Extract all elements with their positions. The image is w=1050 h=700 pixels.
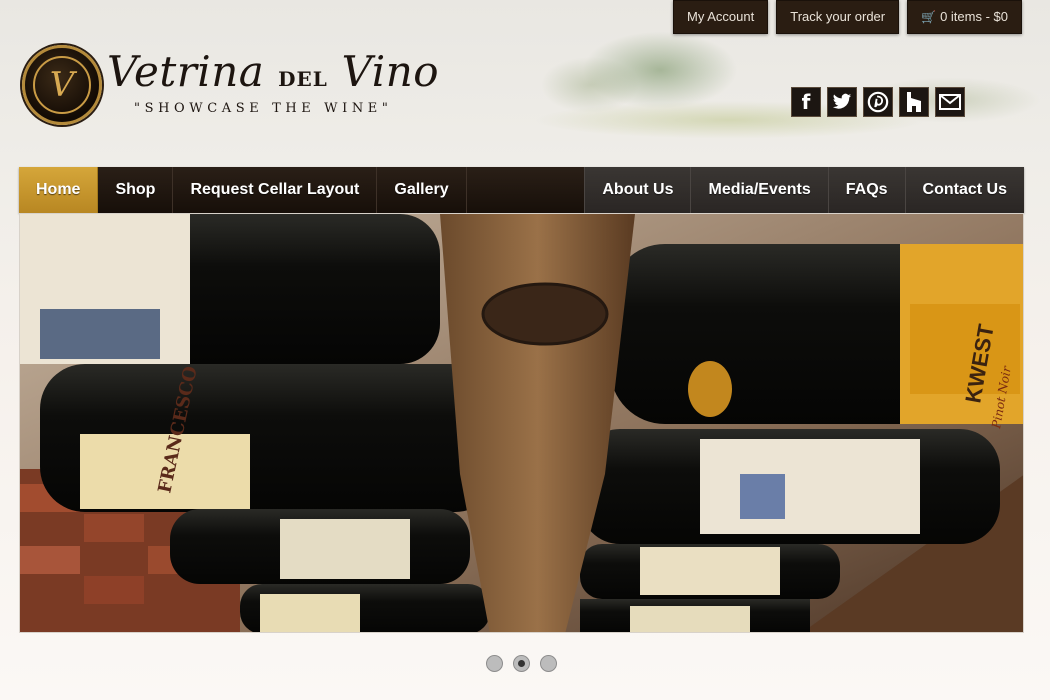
- rack-peg: [481, 282, 609, 346]
- cart-icon: 🛒: [921, 10, 937, 24]
- brand-name-part1: Vetrina: [107, 47, 279, 96]
- brand-name-part2: Vino: [327, 47, 440, 96]
- nav-media-events[interactable]: Media/Events: [690, 167, 827, 213]
- main-nav: Home Shop Request Cellar Layout Gallery …: [19, 167, 1024, 213]
- social-links: f: [791, 87, 965, 117]
- cart-summary: 0 items - $0: [940, 9, 1008, 24]
- email-envelope: [939, 94, 961, 110]
- cart-button[interactable]: 🛒 0 items - $0: [907, 0, 1022, 34]
- nav-shop[interactable]: Shop: [98, 167, 174, 213]
- nav-contact-us[interactable]: Contact Us: [904, 167, 1024, 213]
- nav-about-us[interactable]: About Us: [584, 167, 690, 213]
- brand-tagline: "SHOWCASE THE WINE": [134, 101, 393, 116]
- houzz-icon[interactable]: [899, 87, 929, 117]
- logo-monogram: V: [49, 65, 75, 105]
- email-icon[interactable]: [935, 87, 965, 117]
- pinterest-icon[interactable]: [863, 87, 893, 117]
- wine-rack-photo: FRANCESCO KWEST Pinot Noir: [20, 214, 1023, 632]
- nav-faqs[interactable]: FAQs: [827, 167, 905, 213]
- slider-pagination: [486, 655, 557, 672]
- houzz-mark: [907, 92, 921, 112]
- pinterest-mark: [867, 91, 889, 113]
- twitter-icon[interactable]: [827, 87, 857, 117]
- twitter-bird: [832, 93, 852, 109]
- slider-dot-2[interactable]: [513, 655, 530, 672]
- brand-name: Vetrina DEL Vino: [107, 47, 439, 96]
- nav-home[interactable]: Home: [19, 167, 99, 213]
- nav-right: About Us Media/Events FAQs Contact Us: [584, 167, 1024, 213]
- facebook-glyph: f: [801, 90, 811, 114]
- nav-request-cellar-layout[interactable]: Request Cellar Layout: [173, 167, 378, 213]
- brand-name-del: DEL: [278, 67, 328, 91]
- my-account-button[interactable]: My Account: [673, 0, 769, 34]
- nav-gallery[interactable]: Gallery: [377, 167, 467, 213]
- hero-slider-image[interactable]: FRANCESCO KWEST Pinot Noir: [19, 213, 1024, 633]
- nav-left: Home Shop Request Cellar Layout Gallery: [19, 167, 467, 213]
- facebook-icon[interactable]: f: [791, 87, 821, 117]
- top-bar: My Account Track your order 🛒 0 items - $…: [673, 0, 1022, 34]
- slider-dot-3[interactable]: [540, 655, 557, 672]
- logo-seal: V: [22, 45, 102, 125]
- site-logo[interactable]: V Vetrina DEL Vino "SHOWCASE THE WINE": [22, 45, 452, 130]
- slider-dot-1[interactable]: [486, 655, 503, 672]
- track-order-button[interactable]: Track your order: [776, 0, 900, 34]
